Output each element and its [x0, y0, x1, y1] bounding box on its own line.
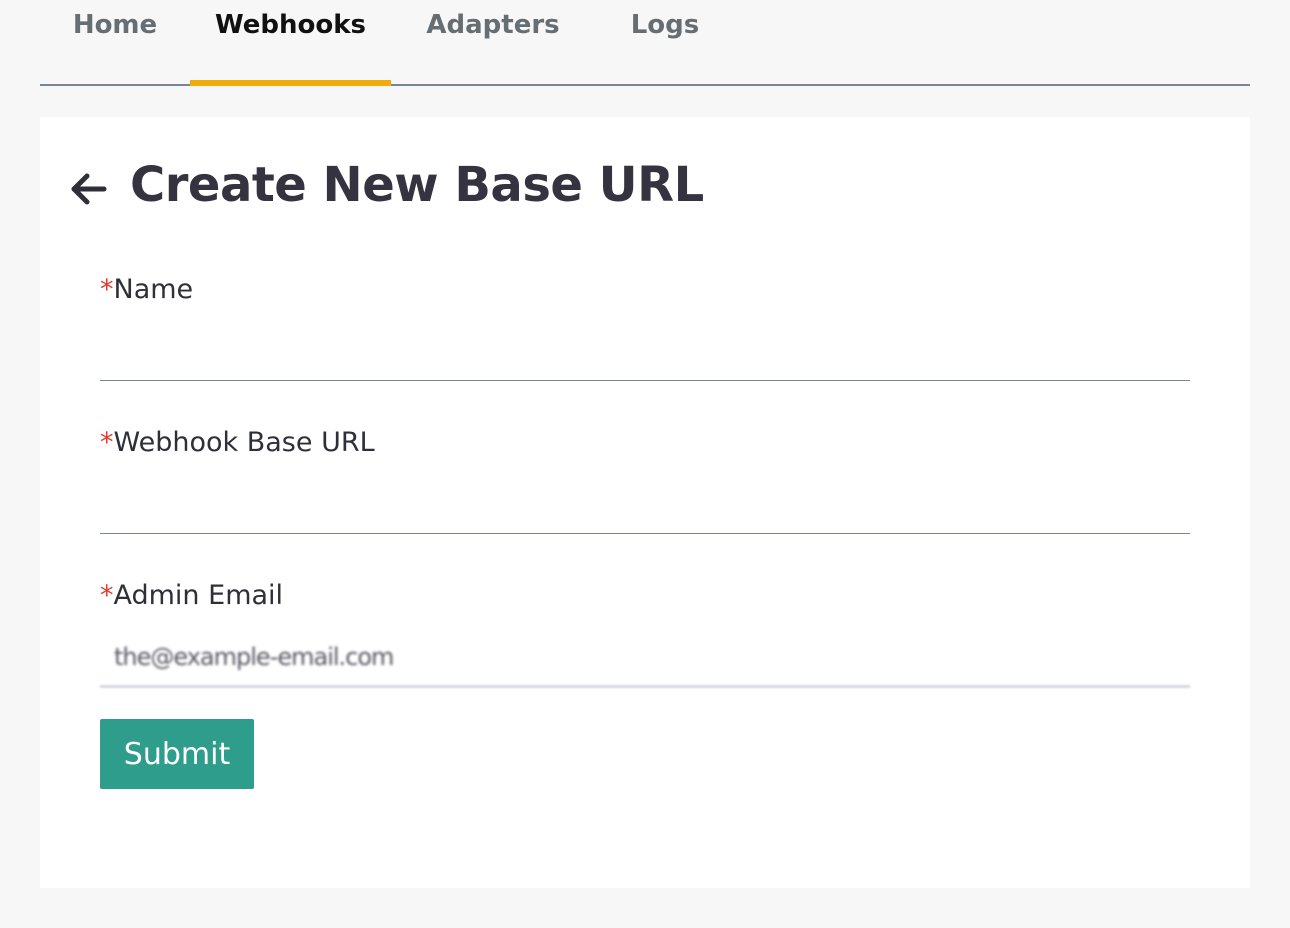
- page-title: Create New Base URL: [130, 157, 704, 213]
- base-url-label-text: Webhook Base URL: [113, 427, 375, 458]
- form-card: Create New Base URL *Name *Webhook Base …: [40, 117, 1250, 888]
- name-field-group: *Name: [100, 274, 1190, 381]
- tab-webhooks[interactable]: Webhooks: [190, 0, 391, 86]
- base-url-input[interactable]: [100, 474, 1190, 534]
- tab-home[interactable]: Home: [40, 0, 190, 86]
- tab-adapters-label: Adapters: [426, 10, 560, 40]
- admin-email-field-group: *Admin Email: [100, 580, 1190, 687]
- required-marker: *: [100, 427, 114, 458]
- required-marker: *: [100, 274, 114, 305]
- tab-adapters[interactable]: Adapters: [411, 0, 575, 86]
- required-marker: *: [100, 580, 114, 611]
- base-url-field-group: *Webhook Base URL: [100, 427, 1190, 534]
- admin-email-input[interactable]: [100, 627, 1190, 687]
- tab-logs[interactable]: Logs: [615, 0, 715, 86]
- name-input[interactable]: [100, 321, 1190, 381]
- back-button[interactable]: [68, 169, 108, 209]
- submit-button[interactable]: Submit: [100, 719, 254, 789]
- arrow-left-icon: [71, 173, 107, 205]
- tab-webhooks-label: Webhooks: [215, 10, 366, 40]
- tab-logs-label: Logs: [630, 10, 700, 40]
- admin-email-label: *Admin Email: [100, 580, 1190, 611]
- tab-home-label: Home: [72, 10, 158, 40]
- admin-email-label-text: Admin Email: [113, 580, 284, 611]
- base-url-label: *Webhook Base URL: [100, 427, 1190, 458]
- nav-tabs: Home Webhooks Adapters Logs: [40, 0, 1250, 86]
- name-label: *Name: [100, 274, 1190, 305]
- name-label-text: Name: [113, 274, 194, 305]
